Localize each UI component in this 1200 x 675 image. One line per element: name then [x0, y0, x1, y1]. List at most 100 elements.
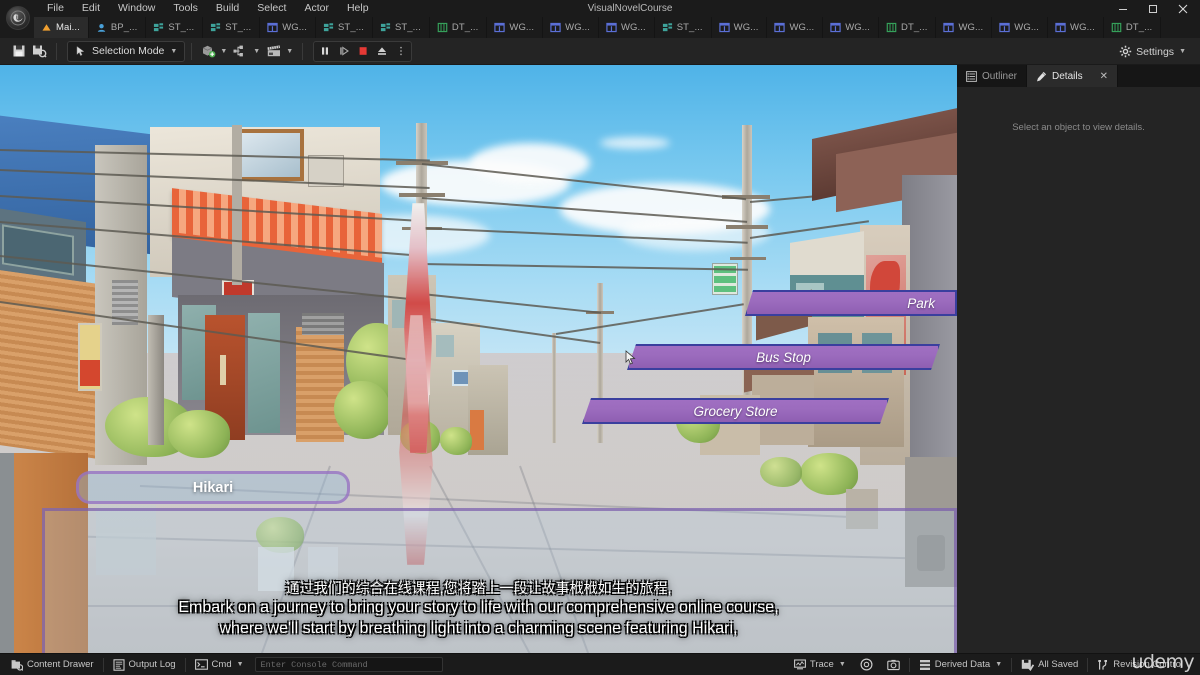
all-saved-button[interactable]: All Saved	[1014, 656, 1085, 674]
bush	[168, 410, 230, 458]
widget-icon	[1055, 22, 1066, 33]
bush	[440, 427, 472, 455]
door-handle	[220, 355, 226, 385]
chevron-down-icon: ▼	[995, 661, 1003, 668]
pole-crossarm	[730, 257, 766, 260]
output-log-icon	[112, 658, 125, 671]
utility-pole-far	[552, 333, 556, 443]
more-options-icon	[399, 46, 402, 56]
content-drawer-button[interactable]: Content Drawer	[4, 656, 101, 674]
revision-control-icon	[1098, 659, 1108, 670]
tab-struct-5[interactable]: ST_...	[655, 17, 712, 38]
pause-button[interactable]	[315, 42, 334, 61]
save-all-button[interactable]	[29, 41, 50, 62]
tab-outliner[interactable]: Outliner	[957, 65, 1028, 87]
struct-icon	[380, 23, 391, 32]
unreal-logo-icon[interactable]	[6, 6, 30, 30]
cmd-dropdown[interactable]: Cmd ▼	[188, 656, 251, 674]
bush	[334, 381, 390, 439]
tab-widget-3[interactable]: WG...	[543, 17, 599, 38]
performance-button[interactable]	[853, 656, 880, 674]
choice-button-grocery-store[interactable]: Grocery Store	[582, 398, 889, 424]
tab-widget-9[interactable]: WG...	[992, 17, 1049, 38]
stop-icon	[359, 47, 367, 55]
tab-main-level[interactable]: Mai...	[34, 17, 89, 38]
save-button[interactable]	[8, 41, 29, 62]
content-drawer-icon	[11, 659, 23, 671]
tab-datatable-2[interactable]: DT_...	[879, 17, 937, 38]
choice-label: Park	[907, 295, 935, 311]
close-icon[interactable]: ✕	[1100, 71, 1108, 82]
widget-icon	[943, 22, 955, 33]
screenshot-button[interactable]	[880, 656, 907, 674]
cinematics-dropdown[interactable]: ▼	[263, 41, 296, 62]
output-log-button[interactable]: Output Log	[106, 656, 183, 674]
maximize-button[interactable]	[1138, 0, 1168, 17]
tab-struct-4[interactable]: ST_...	[373, 17, 430, 38]
stop-button[interactable]	[353, 42, 372, 61]
status-bar: Content Drawer Output Log Cmd ▼ Enter Co…	[0, 653, 1200, 675]
title-bar: File Edit Window Tools Build Select Acto…	[0, 0, 1200, 17]
tab-widget-4[interactable]: WG...	[599, 17, 655, 38]
foreground-post	[0, 453, 14, 653]
outliner-icon	[966, 70, 977, 82]
mid-window	[436, 335, 454, 357]
all-saved-icon	[1021, 659, 1035, 671]
console-command-input[interactable]: Enter Console Command	[254, 657, 443, 672]
settings-label: Settings	[1136, 45, 1175, 58]
console-icon	[194, 659, 208, 670]
frame-step-button[interactable]	[334, 42, 353, 61]
close-button[interactable]	[1168, 0, 1198, 17]
trace-label: Trace	[809, 659, 834, 670]
eject-button[interactable]	[372, 42, 391, 61]
details-panel-body: Select an object to view details.	[957, 87, 1200, 653]
tab-widget-5[interactable]: WG...	[712, 17, 768, 38]
tab-datatable-1[interactable]: DT_...	[430, 17, 488, 38]
mouse-cursor-icon	[625, 350, 636, 365]
level-viewport[interactable]: Park Bus Stop Grocery Store Hikari 通过我们的…	[0, 65, 957, 653]
widget-icon	[550, 22, 561, 33]
widget-icon	[830, 22, 841, 33]
minimize-button[interactable]	[1108, 0, 1138, 17]
play-options-button[interactable]	[391, 42, 410, 61]
choice-button-bus-stop[interactable]: Bus Stop	[627, 344, 940, 370]
details-icon	[1037, 71, 1047, 81]
window-controls	[1108, 0, 1198, 17]
tab-struct-1[interactable]: ST_...	[146, 17, 204, 38]
selection-mode-dropdown[interactable]: Selection Mode ▼	[67, 40, 186, 62]
tab-struct-2[interactable]: ST_...	[203, 17, 261, 38]
widget-icon	[494, 22, 506, 33]
widget-icon	[606, 22, 617, 33]
datatable-icon	[1111, 22, 1122, 33]
chevron-down-icon: ▼	[170, 47, 178, 55]
blueprint-icon	[97, 24, 105, 32]
derived-data-dropdown[interactable]: Derived Data ▼	[912, 656, 1009, 674]
panel-tab-strip: Outliner Details ✕	[957, 65, 1200, 87]
tab-widget-6[interactable]: WG...	[767, 17, 824, 38]
trace-dropdown[interactable]: Trace ▼	[787, 656, 853, 674]
asset-tab-bar: Mai... BP_... ST_... ST_... WG... ST_...…	[0, 17, 1200, 38]
tab-widget-10[interactable]: WG...	[1048, 17, 1104, 38]
window-title: VisualNovelCourse	[587, 3, 673, 14]
tab-blueprint[interactable]: BP_...	[89, 17, 147, 38]
tab-details[interactable]: Details ✕	[1027, 65, 1118, 87]
save-all-icon	[33, 45, 47, 58]
unreal-editor-window: File Edit Window Tools Build Select Acto…	[0, 0, 1200, 675]
tab-widget-8[interactable]: WG...	[936, 17, 993, 38]
tab-widget-7[interactable]: WG...	[823, 17, 880, 38]
tab-widget-2[interactable]: WG...	[487, 17, 544, 38]
shop-glass-right	[248, 313, 280, 433]
console-placeholder: Enter Console Command	[260, 659, 368, 670]
selection-mode-label: Selection Mode	[92, 45, 165, 57]
tab-struct-3[interactable]: ST_...	[316, 17, 373, 38]
sign-row	[714, 286, 736, 292]
tab-datatable-3[interactable]: DT_...	[1104, 17, 1162, 38]
settings-dropdown[interactable]: Settings ▼	[1113, 41, 1192, 62]
tab-widget-1[interactable]: WG...	[260, 17, 316, 38]
add-actor-dropdown[interactable]: ▼	[198, 41, 230, 62]
gear-icon	[1119, 45, 1132, 58]
blueprints-dropdown[interactable]: ▼	[230, 41, 263, 62]
choice-button-park[interactable]: Park	[745, 290, 957, 316]
dialogue-box[interactable]	[42, 508, 957, 653]
derived-data-icon	[919, 659, 930, 670]
